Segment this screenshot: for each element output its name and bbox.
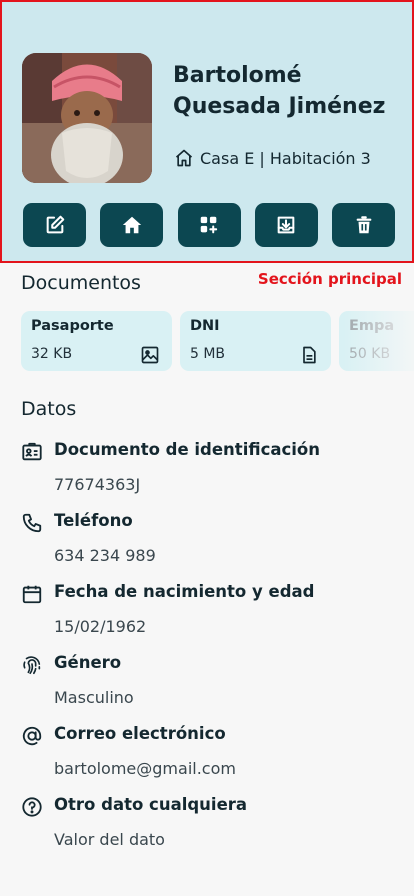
phone-icon <box>22 513 42 533</box>
location-text: Casa E | Habitación 3 <box>200 148 371 168</box>
field-label: Género <box>54 653 122 672</box>
file-text-icon <box>303 346 316 364</box>
field-label: Documento de identificación <box>54 440 321 459</box>
documents-carousel[interactable]: Pasaporte 32 KB DNI 5 MB Empa 50 KB <box>21 311 414 371</box>
fingerprint-icon <box>23 656 41 675</box>
at-icon <box>22 726 42 746</box>
image-icon <box>141 346 159 364</box>
resident-name: Bartolomé Quesada Jiménez <box>173 63 386 119</box>
documents-title: Documentos <box>21 272 141 294</box>
edit-button[interactable] <box>23 203 86 247</box>
document-card[interactable]: Empa 50 KB <box>339 311 414 371</box>
field-label: Fecha de nacimiento y edad <box>54 582 315 601</box>
document-name: DNI <box>190 318 220 334</box>
field-label: Otro dato cualquiera <box>54 795 248 814</box>
field-label: Correo electrónico <box>54 724 226 743</box>
document-card[interactable]: DNI 5 MB <box>180 311 331 371</box>
document-size: 32 KB <box>31 346 73 362</box>
download-icon <box>277 216 295 234</box>
document-name: Pasaporte <box>31 318 114 334</box>
field-value: Masculino <box>54 688 134 707</box>
field-value: Valor del dato <box>54 830 165 849</box>
trash-icon <box>356 216 371 234</box>
document-size: 50 KB <box>349 346 391 362</box>
delete-button[interactable] <box>332 203 395 247</box>
document-size: 5 MB <box>190 346 226 362</box>
field-value: 15/02/1962 <box>54 617 147 636</box>
document-card[interactable]: Pasaporte 32 KB <box>21 311 172 371</box>
field-label: Teléfono <box>54 511 133 530</box>
section-tag: Sección principal <box>257 270 402 288</box>
datos-title: Datos <box>21 398 77 420</box>
house-icon <box>175 149 193 167</box>
help-circle-icon <box>22 797 42 817</box>
add-widget-icon <box>200 216 218 234</box>
document-name: Empa <box>349 318 395 334</box>
home-button[interactable] <box>100 203 164 247</box>
avatar <box>22 53 152 183</box>
field-value: 634 234 989 <box>54 546 156 565</box>
home-icon <box>122 216 141 234</box>
id-card-icon <box>22 442 42 461</box>
download-button[interactable] <box>254 203 318 247</box>
edit-icon <box>46 215 64 234</box>
action-bar <box>23 203 395 247</box>
field-value: 77674363J <box>54 475 141 494</box>
add-widget-button[interactable] <box>177 203 241 247</box>
field-value: bartolome@gmail.com <box>54 759 236 778</box>
calendar-icon <box>22 585 42 604</box>
main-section: Bartolomé Quesada Jiménez Casa E | Habit… <box>0 0 414 263</box>
location: Casa E | Habitación 3 <box>174 147 371 169</box>
